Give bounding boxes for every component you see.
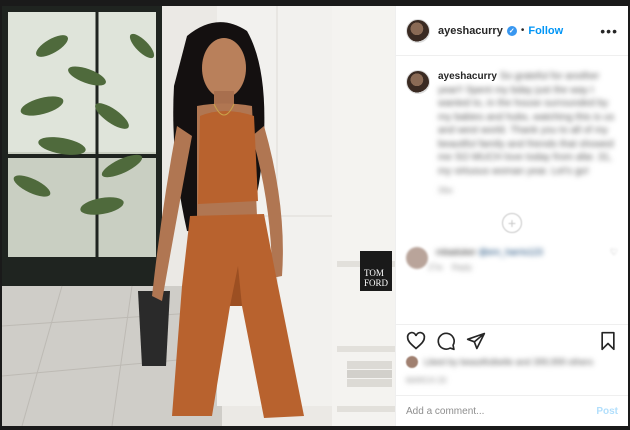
- load-more-comments-icon[interactable]: +: [502, 213, 522, 233]
- more-options-icon[interactable]: •••: [600, 23, 618, 39]
- screenshot-frame: TOM FORD ayeshacurry ✓ • Follow ••• ayes…: [0, 0, 630, 430]
- add-comment-input[interactable]: [406, 405, 597, 417]
- comment-reply-button[interactable]: Reply: [452, 263, 472, 272]
- comment-mention[interactable]: @em_harris123: [479, 247, 543, 257]
- post-side-panel: ayeshacurry ✓ • Follow ••• ayeshacurry S…: [395, 6, 628, 426]
- comment-meta: 27w Reply: [428, 263, 543, 272]
- comment-username[interactable]: mbaduker: [436, 247, 476, 257]
- list-item: mbaduker @em_harris123 27w Reply ♡: [406, 247, 618, 272]
- likes-summary[interactable]: Liked by beautifulbelle and 399,999 othe…: [406, 356, 618, 368]
- caption-body: So grateful for another year!! Spent my …: [438, 71, 615, 177]
- post-photo[interactable]: TOM FORD: [2, 6, 395, 426]
- likes-text[interactable]: Liked by beautifulbelle and 399,999 othe…: [424, 357, 593, 367]
- add-comment-bar: Post: [396, 395, 628, 426]
- header-username[interactable]: ayeshacurry: [438, 25, 503, 37]
- heart-icon[interactable]: [406, 331, 426, 351]
- verified-badge-icon: ✓: [506, 25, 517, 36]
- avatar[interactable]: [406, 18, 430, 43]
- caption-avatar[interactable]: [406, 70, 430, 94]
- liker-avatar: [406, 356, 418, 368]
- caption-username[interactable]: ayeshacurry: [438, 71, 497, 82]
- caption-time: 39w: [438, 186, 453, 195]
- follow-button[interactable]: Follow: [528, 25, 563, 37]
- comment-avatar[interactable]: [406, 247, 428, 269]
- comment-icon[interactable]: [436, 331, 456, 351]
- post-actions-bar: [396, 324, 628, 356]
- photo-illustration: TOM FORD: [2, 6, 395, 426]
- caption-text: ayeshacurry So grateful for another year…: [438, 70, 618, 178]
- bookmark-icon[interactable]: [598, 331, 618, 351]
- post-header: ayeshacurry ✓ • Follow •••: [396, 6, 628, 56]
- comment-text: mbaduker @em_harris123: [436, 247, 543, 257]
- comment-time: 27w: [428, 263, 443, 272]
- post-comment-button[interactable]: Post: [596, 406, 618, 417]
- caption: ayeshacurry So grateful for another year…: [406, 70, 618, 178]
- comments-section[interactable]: ayeshacurry So grateful for another year…: [396, 56, 628, 318]
- instagram-post-modal: TOM FORD ayeshacurry ✓ • Follow ••• ayes…: [2, 6, 628, 426]
- svg-text:TOM: TOM: [364, 268, 384, 278]
- share-icon[interactable]: [466, 331, 486, 351]
- svg-text:FORD: FORD: [364, 278, 389, 288]
- comment-like-icon[interactable]: ♡: [610, 247, 618, 258]
- post-date: MARCH 20: [406, 376, 447, 385]
- header-separator: •: [520, 25, 525, 36]
